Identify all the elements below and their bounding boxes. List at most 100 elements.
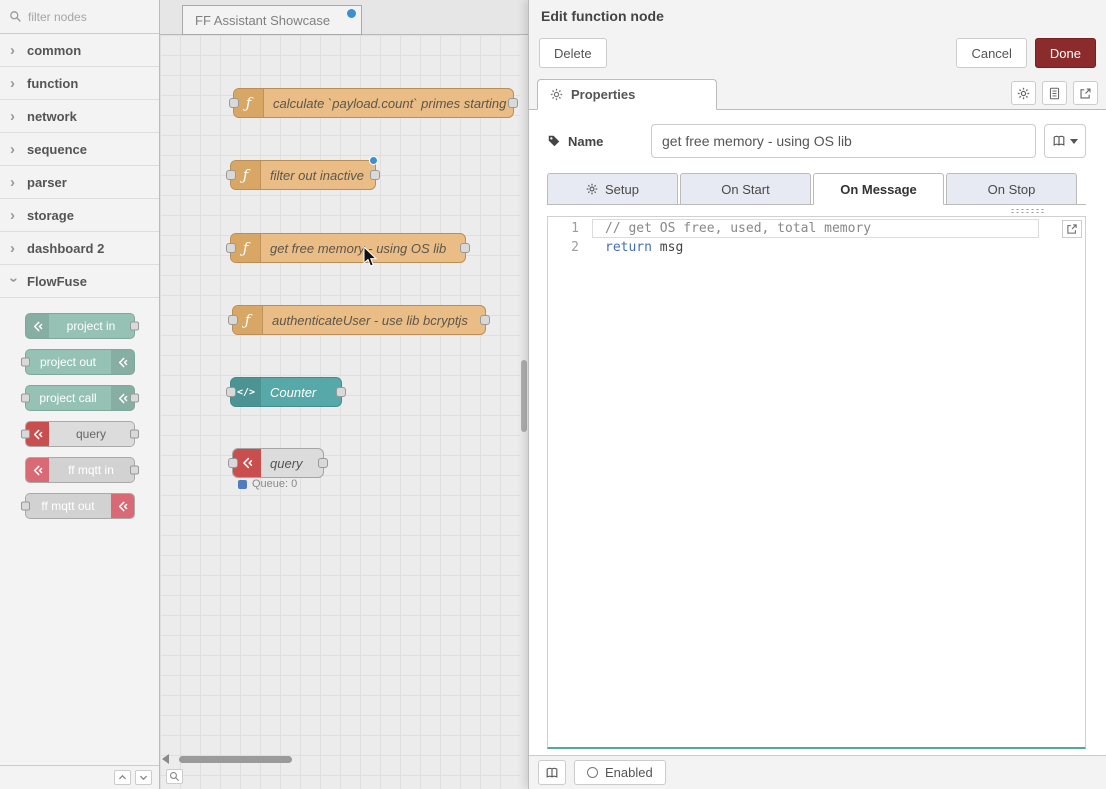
palette-category-network[interactable]: › network [0,100,159,133]
flowfuse-logo-icon [26,314,49,338]
palette-collapse-all-button[interactable] [114,770,131,785]
palette-node-label: project out [26,350,111,374]
flow-node-authenticate-user[interactable]: ƒ authenticateUser - use lib bcryptjs [232,305,486,335]
circle-icon [587,767,598,778]
function-tabbar: Setup On Start On Message On Stop [547,172,1086,205]
tray-body: Name Setup On Start On Message [529,110,1106,755]
line-number: 1 [548,219,592,238]
enabled-toggle-button[interactable]: Enabled [574,760,666,785]
node-port[interactable] [228,315,238,325]
editor-fullscreen-button[interactable] [1062,220,1082,238]
node-settings-button[interactable] [1011,81,1036,105]
node-port[interactable] [130,430,139,439]
tab-on-stop[interactable]: On Stop [946,173,1077,205]
flow-tab-ff-assistant-showcase[interactable]: FF Assistant Showcase [182,5,362,35]
palette-node-ff-mqtt-out[interactable]: ff mqtt out [25,493,135,519]
node-port[interactable] [21,358,30,367]
node-port[interactable] [21,394,30,403]
horizontal-scrollbar-thumb[interactable] [179,756,292,763]
node-port[interactable] [130,466,139,475]
node-port[interactable] [229,98,239,108]
palette-node-query[interactable]: query [25,421,135,447]
node-port[interactable] [460,243,470,253]
node-help-button[interactable] [538,760,566,785]
tag-icon [547,134,561,148]
node-port[interactable] [226,170,236,180]
horizontal-scrollbar[interactable] [162,753,516,765]
node-status-text: Queue: 0 [252,478,297,490]
expand-icon [1066,223,1078,235]
flow-canvas[interactable]: ƒ calculate `payload.count` primes start… [160,35,520,789]
palette-category-dashboard2[interactable]: › dashboard 2 [0,232,159,265]
palette-category-common[interactable]: › common [0,34,159,67]
flow-tabbar: FF Assistant Showcase [160,0,528,35]
palette-category-label: storage [27,208,74,223]
node-port[interactable] [130,322,139,331]
vertical-scrollbar[interactable] [520,35,528,789]
document-icon [1048,87,1061,100]
name-form-row: Name [547,124,1086,158]
cancel-button[interactable]: Cancel [956,38,1026,68]
node-port[interactable] [370,170,380,180]
palette-category-label: sequence [27,142,87,157]
node-port[interactable] [228,458,238,468]
workspace: FF Assistant Showcase ƒ calculate `paylo… [160,0,528,789]
flow-node-calculate-primes[interactable]: ƒ calculate `payload.count` primes start… [233,88,514,118]
palette-category-sequence[interactable]: › sequence [0,133,159,166]
flowfuse-logo-icon [26,458,49,482]
delete-button[interactable]: Delete [539,38,607,68]
name-input[interactable] [651,124,1036,158]
search-flows-button[interactable] [166,769,183,784]
chevron-right-icon: › [10,208,18,223]
node-port[interactable] [21,430,30,439]
flow-node-query[interactable]: query [232,448,324,478]
code-editor[interactable]: 1 // get OS free, used, total memory 2 r… [547,216,1086,749]
tray-footer: Enabled [529,755,1106,789]
tray-toolbar: Delete Cancel Done [529,32,1106,78]
tab-properties[interactable]: Properties [537,79,717,110]
node-port[interactable] [226,387,236,397]
palette-node-project-in[interactable]: project in [25,313,135,339]
flow-node-filter-out-inactive[interactable]: ƒ filter out inactive [230,160,376,190]
palette-category-flowfuse[interactable]: › FlowFuse [0,265,159,298]
palette-node-project-out[interactable]: project out [25,349,135,375]
palette-category-label: FlowFuse [27,274,87,289]
code-text: return msg [592,238,1085,257]
palette-category-function[interactable]: › function [0,67,159,100]
enabled-label: Enabled [605,765,653,780]
node-description-button[interactable] [1042,81,1067,105]
palette-sidebar: › common › function › network › sequence… [0,0,160,789]
tab-on-message[interactable]: On Message [813,173,944,205]
scroll-left-arrow-icon[interactable] [162,754,169,764]
palette-search [0,0,159,34]
palette-node-project-call[interactable]: project call [25,385,135,411]
node-port[interactable] [226,243,236,253]
palette-category-storage[interactable]: › storage [0,199,159,232]
tab-on-start[interactable]: On Start [680,173,811,205]
node-port[interactable] [318,458,328,468]
node-port[interactable] [480,315,490,325]
node-port[interactable] [130,394,139,403]
tab-setup[interactable]: Setup [547,173,678,205]
chevron-right-icon: › [10,241,18,256]
label-options-button[interactable] [1044,124,1086,158]
node-port[interactable] [21,502,30,511]
node-port[interactable] [508,98,518,108]
palette-node-ff-mqtt-in[interactable]: ff mqtt in [25,457,135,483]
palette-expand-all-button[interactable] [135,770,152,785]
chevron-down-icon: › [7,277,22,285]
palette-search-input[interactable] [28,10,138,24]
book-icon [1052,134,1066,148]
flow-node-counter[interactable]: </> Counter [230,377,342,407]
node-port[interactable] [336,387,346,397]
edit-tray: Edit function node Delete Cancel Done Pr… [528,0,1106,789]
palette-category-parser[interactable]: › parser [0,166,159,199]
done-button[interactable]: Done [1035,38,1096,68]
expand-icon [1079,87,1092,100]
resize-grip[interactable] [1010,208,1044,214]
expand-tray-button[interactable] [1073,81,1098,105]
flow-node-get-free-memory[interactable]: ƒ get free memory - using OS lib [230,233,466,263]
palette-category-label: dashboard 2 [27,241,104,256]
gear-icon [550,88,563,101]
vertical-scrollbar-thumb[interactable] [521,360,527,432]
